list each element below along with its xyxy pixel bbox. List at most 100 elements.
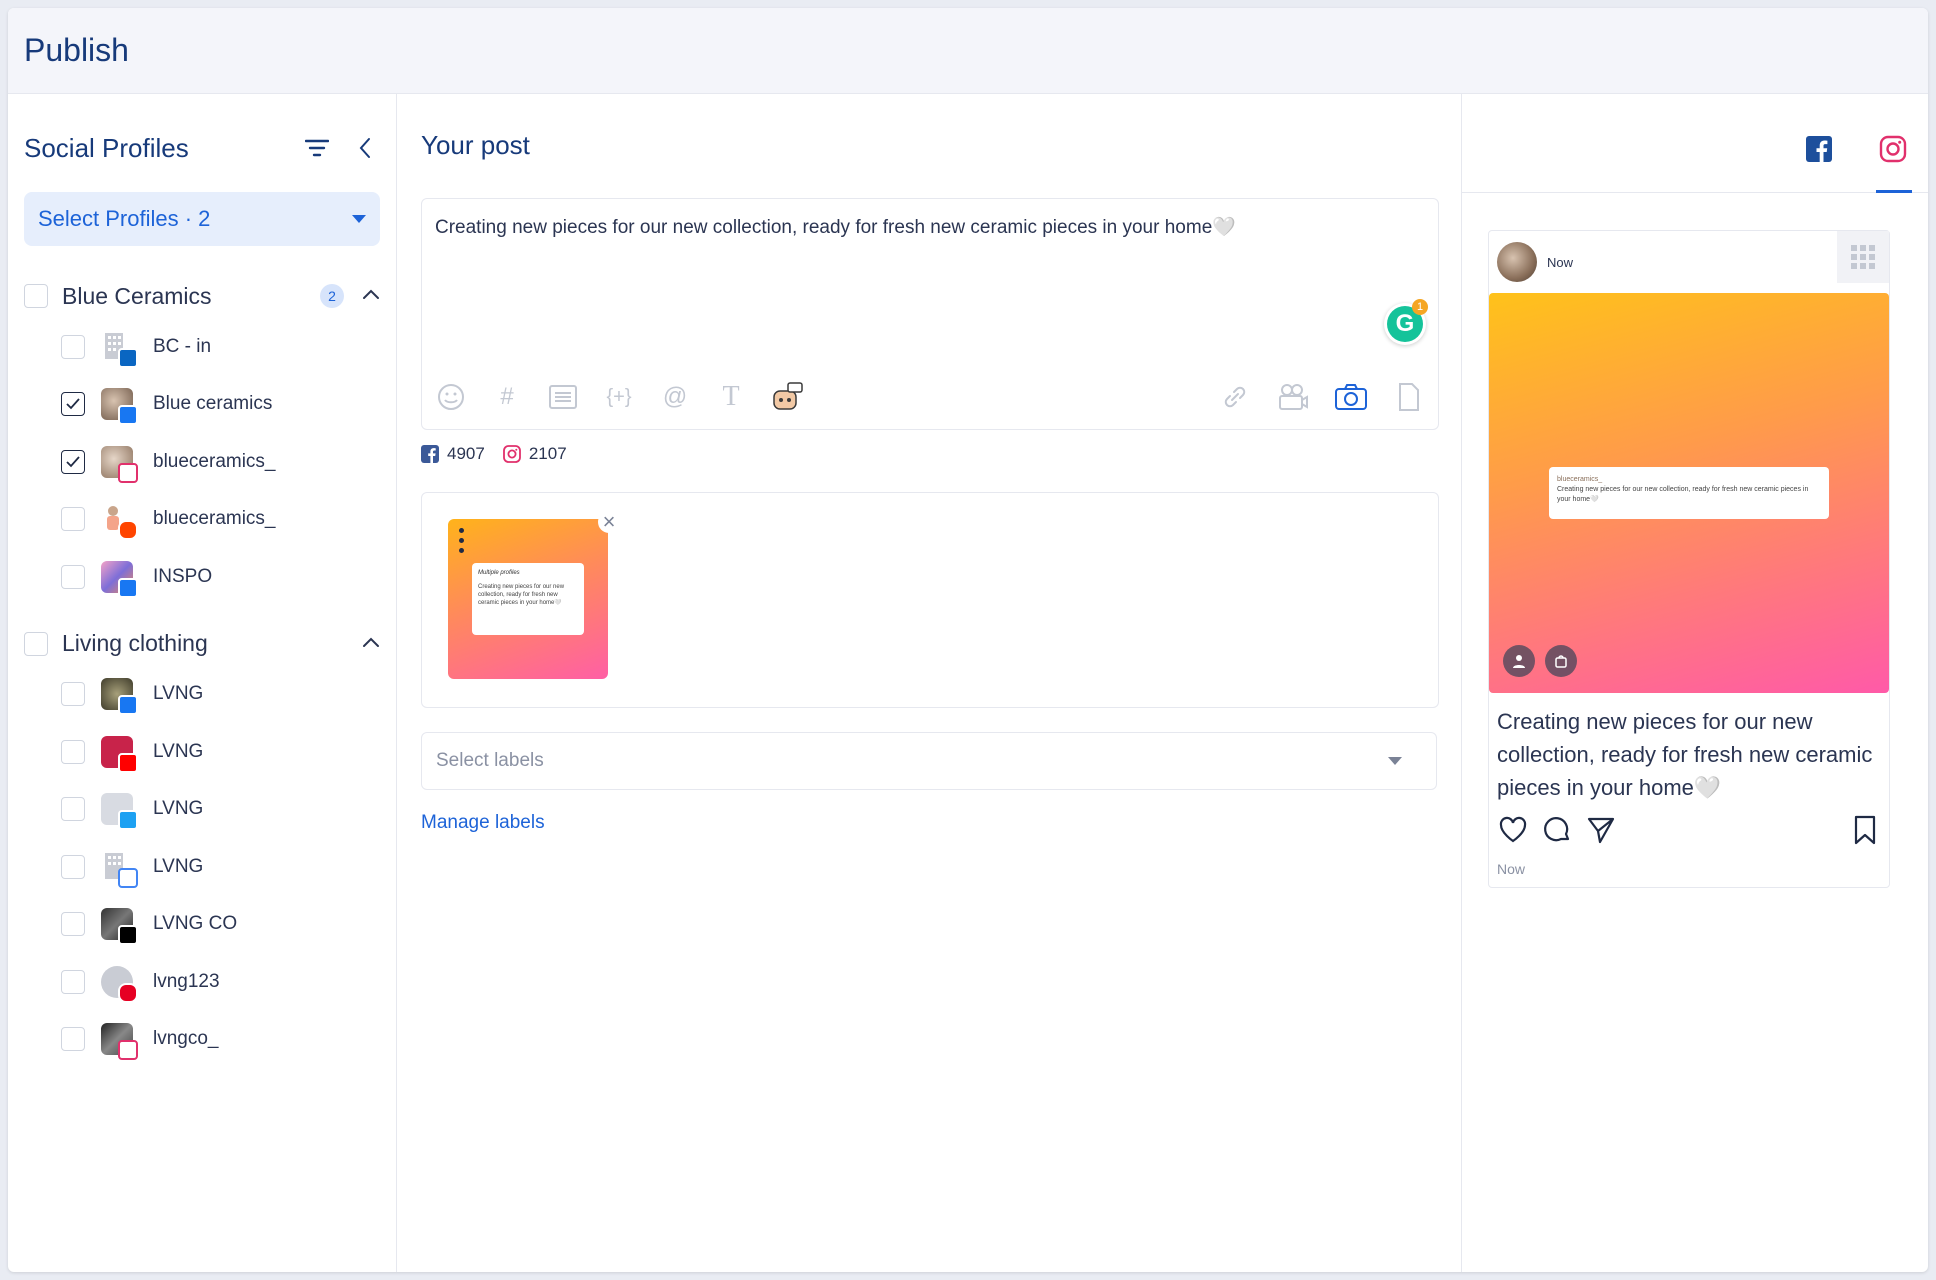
instagram-char-count: 2107 [502, 444, 567, 464]
facebook-count: 4907 [447, 444, 485, 463]
variable-icon[interactable]: {+} [602, 380, 636, 414]
group-checkbox[interactable] [24, 284, 48, 308]
linkedin-icon [118, 347, 138, 368]
shopping-bag-icon[interactable] [1545, 645, 1577, 677]
media-thumbnail[interactable]: Multiple profiles Creating new pieces fo… [448, 519, 608, 679]
profile-name: LVNG CO [153, 913, 238, 935]
mention-icon[interactable]: @ [658, 380, 692, 414]
grammarly-button[interactable]: G 1 [1384, 299, 1428, 345]
heart-icon[interactable] [1497, 814, 1529, 846]
profile-row-inspo[interactable]: INSPO [8, 548, 396, 606]
profile-checkbox[interactable] [61, 912, 85, 937]
profile-row-blueceramics-instagram[interactable]: blueceramics_ [8, 433, 396, 491]
profile-checkbox[interactable] [61, 969, 85, 994]
grid-icon[interactable] [1837, 231, 1889, 283]
profile-checkbox[interactable] [61, 739, 85, 764]
person-avatar-icon [101, 965, 138, 1003]
tiktok-icon [118, 925, 138, 946]
profile-row-lvng-co-tiktok[interactable]: LVNG CO [8, 896, 396, 954]
reddit-icon [118, 520, 138, 541]
group-checkbox[interactable] [24, 631, 48, 656]
preview-caption: Creating new pieces for our new collecti… [1497, 709, 1873, 800]
sidebar-title: Social Profiles [24, 132, 189, 163]
comment-icon[interactable] [1541, 814, 1573, 846]
text-format-icon[interactable]: T [714, 380, 748, 414]
profile-name: BC - in [153, 335, 212, 357]
thumbnail-post-card: Multiple profiles Creating new pieces fo… [472, 563, 584, 635]
profile-checkbox-checked[interactable] [61, 449, 85, 474]
profile-photo-avatar [101, 908, 138, 946]
collapse-sidebar-chevron-icon[interactable] [350, 133, 380, 163]
twitter-icon [118, 810, 138, 831]
group-name: Blue Ceramics [62, 282, 212, 309]
profile-row-lvng-twitter[interactable]: LVNG [8, 781, 396, 839]
filter-icon[interactable] [302, 133, 332, 163]
instagram-icon [118, 462, 138, 483]
post-text[interactable]: Creating new pieces for our new collecti… [435, 215, 1236, 239]
thumbnail-card-header: Multiple profiles [478, 570, 520, 576]
group-name: Living clothing [62, 630, 208, 656]
profile-row-lvngco-instagram[interactable]: lvngco_ [8, 1011, 396, 1069]
camera-icon[interactable] [1334, 380, 1368, 414]
top-bar: Publish [8, 8, 1928, 94]
profile-name: INSPO [153, 565, 213, 587]
profile-checkbox-checked[interactable] [61, 392, 85, 417]
profile-photo-avatar [101, 388, 138, 426]
post-text-editor[interactable]: Creating new pieces for our new collecti… [421, 198, 1439, 430]
video-icon[interactable] [1276, 380, 1310, 414]
select-labels-dropdown[interactable]: Select labels [421, 732, 1437, 790]
group-living-clothing[interactable]: Living clothing [8, 622, 396, 666]
editor-toolbar: # {+} @ T [434, 379, 1426, 415]
post-preview-panel: Now blueceramics_ Creating new pieces fo… [1462, 94, 1928, 1272]
building-avatar-icon [101, 330, 138, 368]
facebook-char-count: 4907 [421, 444, 485, 464]
page-title: Publish [24, 32, 129, 68]
document-icon[interactable] [1392, 380, 1426, 414]
profile-row-lvng-google[interactable]: LVNG [8, 838, 396, 896]
thumbnail-card-text: Creating new pieces for our new collecti… [478, 584, 565, 606]
chevron-up-icon[interactable] [362, 635, 380, 653]
more-options-icon[interactable] [454, 525, 468, 555]
facebook-icon [118, 405, 138, 426]
profile-row-lvng123-pinterest[interactable]: lvng123 [8, 953, 396, 1011]
network-preview-tabs [1462, 94, 1928, 193]
tab-instagram-preview[interactable] [1878, 134, 1908, 164]
link-icon[interactable] [1218, 380, 1252, 414]
ai-assistant-icon[interactable] [770, 380, 804, 414]
pinterest-icon [118, 982, 138, 1003]
profile-checkbox[interactable] [61, 854, 85, 879]
profile-row-blue-ceramics[interactable]: Blue ceramics [8, 376, 396, 434]
profile-photo-avatar [101, 560, 138, 598]
chevron-up-icon[interactable] [362, 287, 380, 305]
select-profiles-dropdown[interactable]: Select Profiles · 2 [24, 192, 380, 246]
preview-actions [1497, 813, 1881, 847]
profile-name: Blue ceramics [153, 393, 273, 415]
group-blue-ceramics[interactable]: Blue Ceramics 2 [8, 274, 396, 318]
facebook-icon [421, 445, 439, 463]
profile-checkbox[interactable] [61, 682, 85, 707]
profile-checkbox[interactable] [61, 334, 85, 359]
profile-name: LVNG [153, 798, 204, 820]
profile-name: lvng123 [153, 970, 220, 992]
profile-checkbox[interactable] [61, 564, 85, 589]
profile-row-lvng-facebook[interactable]: LVNG [8, 666, 396, 724]
emoji-icon[interactable] [434, 380, 468, 414]
profile-row-bc-in[interactable]: BC - in [8, 318, 396, 376]
hashtag-icon[interactable]: # [490, 380, 524, 414]
profile-checkbox[interactable] [61, 1027, 85, 1052]
profile-checkbox[interactable] [61, 507, 85, 532]
media-attachments: Multiple profiles Creating new pieces fo… [421, 492, 1439, 708]
preview-card-text: Creating new pieces for our new collecti… [1557, 486, 1809, 503]
share-icon[interactable] [1585, 814, 1617, 846]
remove-media-close-icon[interactable]: × [598, 511, 620, 533]
tab-facebook-preview[interactable] [1804, 134, 1834, 164]
profile-row-blueceramics-reddit[interactable]: blueceramics_ [8, 491, 396, 549]
manage-labels-link[interactable]: Manage labels [421, 812, 545, 834]
snippet-icon[interactable] [546, 380, 580, 414]
profile-row-lvng-youtube[interactable]: LVNG [8, 723, 396, 781]
bookmark-icon[interactable] [1849, 814, 1881, 846]
facebook-icon [118, 695, 138, 716]
instagram-icon [1879, 135, 1907, 163]
profile-checkbox[interactable] [61, 797, 85, 822]
tag-people-icon[interactable] [1503, 645, 1535, 677]
